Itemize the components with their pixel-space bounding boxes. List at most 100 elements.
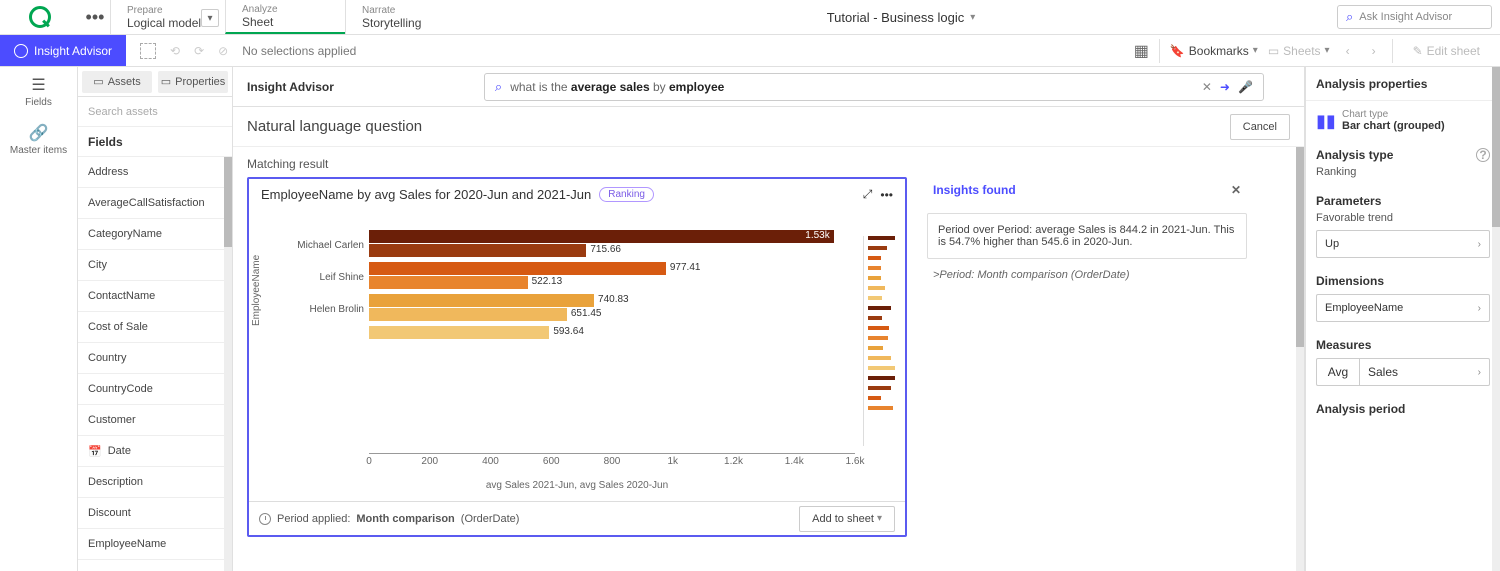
measure-select[interactable]: Sales› — [1360, 358, 1490, 386]
field-item[interactable]: City — [78, 250, 232, 281]
clear-icon: ⊘ — [218, 44, 228, 58]
fav-trend-select[interactable]: Up› — [1316, 230, 1490, 258]
parameters-label: Parameters — [1316, 194, 1381, 208]
field-item[interactable]: ContactName — [78, 281, 232, 312]
matching-header: Matching result — [247, 157, 1290, 171]
prepare-label: Prepare — [127, 5, 209, 16]
search-icon: ⌕ — [1346, 9, 1353, 25]
field-item[interactable]: Country — [78, 343, 232, 374]
panel-icon: ▭ — [161, 75, 171, 88]
bookmark-icon: 🔖 — [1170, 44, 1185, 58]
minimap[interactable] — [863, 236, 895, 446]
chevron-down-icon: ▾ — [1253, 45, 1258, 56]
narrate-label: Narrate — [362, 5, 449, 16]
ia-title: Insight Advisor — [247, 80, 334, 94]
mic-icon[interactable]: 🎤 — [1238, 80, 1253, 94]
bookmarks-button[interactable]: 🔖 Bookmarks ▾ — [1170, 44, 1258, 58]
field-item[interactable]: CategoryName — [78, 219, 232, 250]
ranking-badge: Ranking — [599, 187, 654, 202]
bar-chart-icon: ▮▮ — [1316, 112, 1334, 130]
y-axis-label: EmployeeName — [251, 255, 262, 326]
cancel-button[interactable]: Cancel — [1230, 114, 1290, 140]
insight-advisor-badge[interactable]: Insight Advisor — [0, 35, 126, 66]
insights-header: Insights found ✕ — [927, 177, 1247, 203]
insight-text: Period over Period: average Sales is 844… — [927, 213, 1247, 259]
more-icon[interactable]: ••• — [880, 188, 893, 202]
eye-icon — [14, 44, 28, 58]
sidebar-fields[interactable]: ☰ Fields — [0, 67, 77, 115]
narrate-value: Storytelling — [362, 16, 449, 30]
global-search[interactable]: ⌕ Ask Insight Advisor — [1337, 5, 1492, 29]
analysis-type-label: Analysis type — [1316, 148, 1393, 162]
chevron-down-icon[interactable]: ▾ — [201, 9, 219, 27]
analysis-type-value: Ranking — [1316, 166, 1490, 178]
selection-tools: ⟲ ⟳ ⊘ No selections applied — [126, 43, 370, 59]
analyze-tab[interactable]: Analyze Sheet — [225, 0, 345, 34]
ap-scrollbar[interactable] — [1492, 67, 1500, 571]
field-item[interactable]: 📅Date — [78, 436, 232, 467]
measures-label: Measures — [1316, 338, 1371, 352]
calendar-icon: 📅 — [88, 445, 102, 458]
smart-select-icon[interactable] — [140, 43, 156, 59]
fav-trend-label: Favorable trend — [1316, 212, 1490, 224]
panel-icon: ▭ — [93, 75, 103, 88]
analysis-period-label: Analysis period — [1316, 402, 1405, 416]
link-icon: 🔗 — [29, 123, 49, 143]
submit-icon[interactable]: ➜ — [1220, 80, 1230, 94]
close-icon[interactable]: ✕ — [1231, 183, 1241, 197]
chevron-down-icon[interactable]: ▾ — [970, 12, 975, 23]
analyze-value: Sheet — [242, 15, 329, 29]
add-to-sheet-button[interactable]: Add to sheet ▾ — [799, 506, 895, 532]
fields-header: Fields — [78, 127, 232, 157]
field-item[interactable]: EmployeeName — [78, 529, 232, 560]
card-title: EmployeeName by avg Sales for 2020-Jun a… — [261, 187, 591, 202]
field-item[interactable]: CountryCode — [78, 374, 232, 405]
field-item[interactable]: AverageCallSatisfaction — [78, 188, 232, 219]
field-item[interactable]: Customer — [78, 405, 232, 436]
assets-tab[interactable]: ▭Assets — [82, 71, 152, 93]
narrate-tab[interactable]: Narrate Storytelling — [345, 0, 465, 34]
dimension-select[interactable]: EmployeeName› — [1316, 294, 1490, 322]
center-scrollbar[interactable] — [1296, 147, 1304, 571]
fields-icon: ☰ — [31, 75, 45, 95]
insight-subtext: >Period: Month comparison (OrderDate) — [927, 269, 1247, 281]
question-input[interactable]: ⌕ what is the average sales by employee … — [484, 73, 1264, 101]
pencil-icon: ✎ — [1413, 44, 1423, 58]
no-selections-text: No selections applied — [242, 44, 356, 58]
properties-tab[interactable]: ▭Properties — [158, 71, 228, 93]
forward-icon: ⟳ — [194, 44, 204, 58]
prev-sheet-icon: ‹ — [1340, 44, 1356, 58]
field-item[interactable]: Description — [78, 467, 232, 498]
analyze-label: Analyze — [242, 4, 329, 15]
expand-icon[interactable]: ⤢ — [863, 187, 873, 202]
field-item[interactable]: Cost of Sale — [78, 312, 232, 343]
next-sheet-icon: › — [1366, 44, 1382, 58]
back-icon: ⟲ — [170, 44, 180, 58]
help-icon[interactable]: ? — [1476, 148, 1490, 162]
app-title[interactable]: Tutorial - Business logic ▾ — [465, 10, 1337, 25]
sidebar-master-items[interactable]: 🔗 Master items — [0, 115, 77, 163]
prepare-value: Logical model — [127, 16, 209, 30]
clear-icon[interactable]: ✕ — [1202, 80, 1212, 94]
search-icon: ⌕ — [495, 79, 502, 95]
sheets-icon: ▭ — [1268, 44, 1279, 58]
field-item[interactable]: Discount — [78, 498, 232, 529]
prepare-tab[interactable]: Prepare Logical model ▾ — [110, 0, 225, 34]
navigation-icon[interactable]: ••• — [80, 7, 110, 28]
edit-sheet-button: ✎ Edit sheet — [1403, 44, 1490, 58]
chart-type-row[interactable]: ▮▮ Chart type Bar chart (grouped) — [1306, 101, 1500, 140]
scrollbar[interactable] — [224, 157, 232, 571]
x-axis-label: avg Sales 2021-Jun, avg Sales 2020-Jun — [249, 480, 905, 491]
bar-chart: EmployeeName Michael Carlen1.53k715.66Le… — [249, 210, 905, 501]
field-item[interactable]: Address — [78, 157, 232, 188]
qlik-logo[interactable] — [0, 6, 80, 28]
aggregate-select[interactable]: Avg — [1316, 358, 1360, 386]
nlq-title: Natural language question — [247, 118, 422, 135]
analysis-card: EmployeeName by avg Sales for 2020-Jun a… — [247, 177, 907, 537]
selections-tool-icon[interactable]: ▦ — [1134, 41, 1149, 61]
sheets-button: ▭ Sheets ▾ — [1268, 44, 1330, 58]
dimensions-label: Dimensions — [1316, 274, 1384, 288]
search-assets-input[interactable]: Search assets — [78, 97, 232, 127]
clock-icon — [259, 513, 271, 525]
ap-header: Analysis properties — [1306, 67, 1500, 101]
